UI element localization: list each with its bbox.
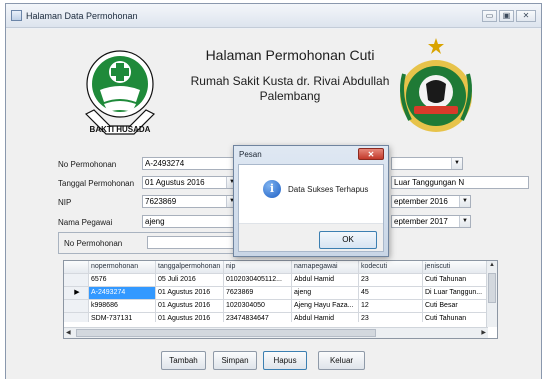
table-cell[interactable]: 6576 <box>89 274 156 287</box>
page-subtitle: Rumah Sakit Kusta dr. Rivai Abdullah Pal… <box>190 74 390 103</box>
grid-header-row: nopermohonan tanggalpermohonan nip namap… <box>64 261 488 274</box>
tanggal-year: 2016 <box>186 178 205 187</box>
chevron-down-icon[interactable]: ▼ <box>459 216 470 227</box>
table-cell[interactable]: Abdul Hamid <box>292 274 359 287</box>
table-cell[interactable]: SDM-737131 <box>89 313 156 322</box>
table-cell[interactable]: ajeng <box>292 287 359 300</box>
nama-pegawai-field[interactable]: ajeng <box>142 215 238 228</box>
tanggal-mulai-value: eptember 2016 <box>394 197 448 206</box>
vertical-scrollbar[interactable]: ▲ <box>486 261 497 327</box>
maximize-button[interactable]: ▣ <box>499 10 514 22</box>
minimize-button[interactable]: ▭ <box>482 10 497 22</box>
tanggal-selesai-picker[interactable]: eptember 2017 ▼ <box>391 215 471 228</box>
title-bar[interactable]: Halaman Data Permohonan ▭ ▣ ✕ <box>6 4 541 28</box>
dialog-message: Data Sukses Terhapus <box>288 185 369 194</box>
grid-corner <box>64 261 89 274</box>
search-group: No Permohonan <box>58 232 243 254</box>
table-cell[interactable]: 7623869 <box>224 287 292 300</box>
row-header[interactable] <box>64 300 89 313</box>
no-permohonan-field[interactable]: A-2493274 <box>142 157 238 170</box>
nip-combo[interactable]: 7623869 ▼ <box>142 195 238 208</box>
scroll-thumb[interactable] <box>76 329 376 337</box>
bakti-husada-logo: BAKTI HUSADA <box>84 50 156 135</box>
table-row-selected[interactable]: ▶ A-2493274 01 Agustus 2016 7623869 ajen… <box>64 287 488 300</box>
window-title: Halaman Data Permohonan <box>26 11 138 21</box>
column-header[interactable]: nip <box>224 261 292 274</box>
table-cell[interactable]: Di Luar Tanggun... <box>423 287 488 300</box>
search-input[interactable] <box>147 236 241 249</box>
column-header[interactable]: nopermohonan <box>89 261 156 274</box>
table-cell[interactable]: 23474834647 <box>224 313 292 322</box>
table-row[interactable]: k998686 01 Agustus 2016 1020304050 Ajeng… <box>64 300 488 313</box>
column-header[interactable]: kodecuti <box>359 261 423 274</box>
dialog-close-button[interactable]: ✕ <box>358 148 384 160</box>
chevron-down-icon[interactable]: ▼ <box>451 158 462 169</box>
horizontal-scrollbar[interactable]: ◀ ▶ <box>64 327 488 338</box>
kode-cuti-combo[interactable]: ▼ <box>391 157 463 170</box>
tanggal-mulai-picker[interactable]: eptember 2016 ▼ <box>391 195 471 208</box>
dialog-title: Pesan <box>239 150 262 159</box>
table-cell[interactable]: Ajeng Hayu Faza... <box>292 300 359 313</box>
table-cell[interactable]: Cuti Tahunan <box>423 274 488 287</box>
logo-left-text: BAKTI HUSADA <box>90 125 151 134</box>
table-cell[interactable]: 01 Agustus 2016 <box>156 300 224 313</box>
permohonan-data-grid[interactable]: nopermohonan tanggalpermohonan nip namap… <box>63 260 498 339</box>
scroll-right-icon[interactable]: ▶ <box>481 329 486 336</box>
tanggal-selesai-value: eptember 2017 <box>394 217 448 226</box>
dialog-body: i Data Sukses Terhapus OK <box>238 164 384 252</box>
close-window-button[interactable]: ✕ <box>516 10 536 22</box>
nip-value: 7623869 <box>145 197 177 206</box>
page-title: Halaman Permohonan Cuti <box>205 47 375 63</box>
column-header[interactable]: namapegawai <box>292 261 359 274</box>
jenis-cuti-field[interactable]: Luar Tanggungan N <box>391 176 529 189</box>
table-cell[interactable]: Cuti Tahunan <box>423 313 488 322</box>
app-icon <box>11 10 22 21</box>
table-cell[interactable]: 23 <box>359 313 423 322</box>
table-cell[interactable]: 0102030405112... <box>224 274 292 287</box>
no-permohonan-label: No Permohonan <box>58 160 117 169</box>
keluar-button[interactable]: Keluar <box>318 351 365 370</box>
table-cell[interactable]: k998686 <box>89 300 156 313</box>
chevron-down-icon[interactable]: ▼ <box>459 196 470 207</box>
search-label: No Permohonan <box>64 239 123 248</box>
row-header[interactable] <box>64 274 89 287</box>
table-cell[interactable]: 45 <box>359 287 423 300</box>
table-cell[interactable]: A-2493274 <box>89 287 156 300</box>
table-row[interactable]: 6576 05 Juli 2016 0102030405112... Abdul… <box>64 274 488 287</box>
column-header[interactable]: tanggalpermohonan <box>156 261 224 274</box>
info-icon: i <box>263 180 281 198</box>
hospital-emblem-logo <box>400 38 472 132</box>
table-cell[interactable]: 1020304050 <box>224 300 292 313</box>
scroll-thumb[interactable] <box>488 273 496 303</box>
table-cell[interactable]: 05 Juli 2016 <box>156 274 224 287</box>
column-header[interactable]: jeniscuti <box>423 261 488 274</box>
ok-button[interactable]: OK <box>319 231 377 249</box>
table-cell[interactable]: 23 <box>359 274 423 287</box>
tambah-button[interactable]: Tambah <box>161 351 206 370</box>
row-header[interactable] <box>64 313 89 322</box>
table-cell[interactable]: 01 Agustus 2016 <box>156 313 224 322</box>
table-row[interactable]: SDM-737131 01 Agustus 2016 23474834647 A… <box>64 313 488 322</box>
message-dialog: Pesan ✕ i Data Sukses Terhapus OK <box>233 145 389 257</box>
tanggal-month: Agustus <box>155 178 185 187</box>
simpan-button[interactable]: Simpan <box>213 351 257 370</box>
table-cell[interactable]: 12 <box>359 300 423 313</box>
row-header[interactable]: ▶ <box>64 287 89 300</box>
scroll-left-icon[interactable]: ◀ <box>66 329 71 336</box>
table-cell[interactable]: 01 Agustus 2016 <box>156 287 224 300</box>
table-cell[interactable]: Cuti Besar <box>423 300 488 313</box>
tanggal-permohonan-label: Tanggal Permohonan <box>58 179 135 188</box>
table-cell[interactable]: Abdul Hamid <box>292 313 359 322</box>
scroll-up-icon[interactable]: ▲ <box>489 262 495 268</box>
nip-label: NIP <box>58 198 72 207</box>
tanggal-permohonan-picker[interactable]: 01 Agustus 2016 ▼ <box>142 176 238 189</box>
tanggal-day: 01 <box>145 178 154 187</box>
hapus-button[interactable]: Hapus <box>263 351 307 370</box>
nama-pegawai-label: Nama Pegawai <box>58 218 113 227</box>
